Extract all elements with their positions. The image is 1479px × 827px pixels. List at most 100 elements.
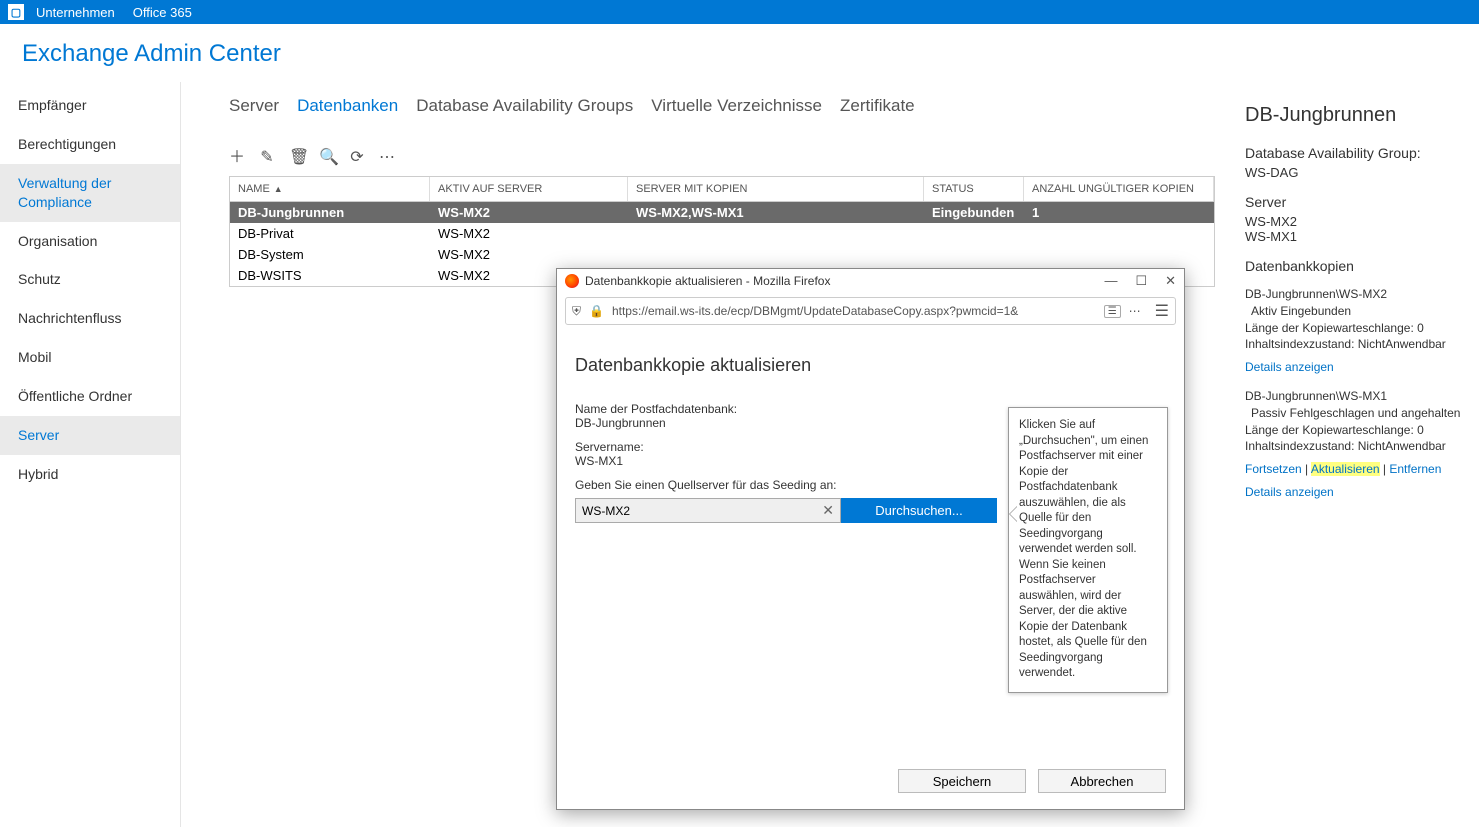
firefox-icon — [565, 274, 579, 288]
save-button[interactable]: Speichern — [898, 769, 1026, 793]
copy-block-2: DB-Jungbrunnen\WS-MX1 Passiv Fehlgeschla… — [1245, 388, 1467, 501]
cell-status — [924, 223, 1024, 244]
browse-button[interactable]: Durchsuchen... — [841, 498, 997, 523]
sidebar-item-9[interactable]: Hybrid — [0, 455, 180, 494]
cell-status — [924, 244, 1024, 265]
copy1-queue: Länge der Kopiewarteschlange: 0 — [1245, 320, 1467, 337]
copy1-state: Aktiv Eingebunden — [1245, 303, 1467, 320]
shield-icon[interactable]: ⛨ — [572, 304, 581, 319]
help-tooltip: Klicken Sie auf „Durchsuchen", um einen … — [1008, 407, 1168, 693]
sidebar-item-6[interactable]: Mobil — [0, 338, 180, 377]
update-copy-dialog: Datenbankkopie aktualisieren - Mozilla F… — [556, 268, 1185, 810]
popup-window-title: Datenbankkopie aktualisieren - Mozilla F… — [585, 274, 830, 288]
reader-icon[interactable]: ☰ — [1104, 305, 1121, 318]
details-pane: DB-Jungbrunnen Database Availability Gro… — [1229, 82, 1479, 827]
col-status[interactable]: STATUS — [924, 177, 1024, 201]
copy1-name: DB-Jungbrunnen\WS-MX2 — [1245, 286, 1467, 303]
copy1-details-link[interactable]: Details anzeigen — [1245, 360, 1334, 374]
col-invalid[interactable]: ANZAHL UNGÜLTIGER KOPIEN — [1024, 177, 1214, 201]
page-title: Exchange Admin Center — [0, 24, 1479, 82]
toolbar: ＋ ✎ 🗑 🔍 ⟳ ⋯ — [229, 130, 1215, 176]
more-icon[interactable]: ⋯ — [379, 150, 395, 166]
copy2-details-link[interactable]: Details anzeigen — [1245, 485, 1334, 499]
address-bar[interactable]: ⛨ 🔒 https://email.ws-its.de/ecp/DBMgmt/U… — [565, 297, 1176, 325]
sidebar-item-2[interactable]: Verwaltung der Compliance — [0, 164, 180, 222]
copy2-remove-link[interactable]: Entfernen — [1389, 462, 1441, 476]
tab-3[interactable]: Virtuelle Verzeichnisse — [651, 96, 822, 116]
cell-copies — [628, 223, 924, 244]
lock-icon: 🔒 — [589, 304, 604, 318]
search-icon[interactable]: 🔍 — [319, 150, 335, 166]
cell-name: DB-Privat — [230, 223, 430, 244]
page-actions-icon[interactable]: ⋯ — [1129, 304, 1141, 318]
cell-invalid — [1024, 244, 1214, 265]
sidebar-item-8[interactable]: Server — [0, 416, 180, 455]
server-label: Server — [1245, 194, 1467, 210]
tab-1[interactable]: Datenbanken — [297, 96, 398, 116]
cell-copies: WS-MX2,WS-MX1 — [628, 202, 924, 223]
tabs: Server Datenbanken Database Availability G… — [229, 82, 1215, 130]
sidebar-item-4[interactable]: Schutz — [0, 260, 180, 299]
cell-active: WS-MX2 — [430, 244, 628, 265]
copy2-index: Inhaltsindexzustand: NichtAnwendbar — [1245, 438, 1467, 455]
copy-block-1: DB-Jungbrunnen\WS-MX2 Aktiv Eingebunden … — [1245, 286, 1467, 376]
topbar-company[interactable]: Unternehmen — [36, 5, 115, 20]
cell-name: DB-System — [230, 244, 430, 265]
copy2-state: Passiv Fehlgeschlagen und angehalten — [1245, 405, 1467, 422]
clear-icon[interactable]: ✕ — [822, 502, 834, 519]
close-icon[interactable]: ✕ — [1165, 273, 1176, 289]
cell-name: DB-WSITS — [230, 265, 430, 286]
sidebar-item-0[interactable]: Empfänger — [0, 86, 180, 125]
copy1-index: Inhaltsindexzustand: NichtAnwendbar — [1245, 336, 1467, 353]
table-row[interactable]: DB-PrivatWS-MX2 — [230, 223, 1214, 244]
office-logo-icon: ▢ — [8, 4, 24, 20]
server-value-1: WS-MX2 — [1245, 214, 1467, 229]
dag-label: Database Availability Group: — [1245, 145, 1467, 161]
sidebar-item-5[interactable]: Nachrichtenfluss — [0, 299, 180, 338]
cell-name: DB-Jungbrunnen — [230, 202, 430, 223]
sidebar-item-1[interactable]: Berechtigungen — [0, 125, 180, 164]
maximize-icon[interactable]: ☐ — [1135, 273, 1147, 289]
table-header: NAME▲ AKTIV AUF SERVER SERVER MIT KOPIEN… — [230, 177, 1214, 202]
copies-label: Datenbankkopien — [1245, 258, 1467, 274]
cell-copies — [628, 244, 924, 265]
sidebar-item-3[interactable]: Organisation — [0, 222, 180, 261]
copy2-name: DB-Jungbrunnen\WS-MX1 — [1245, 388, 1467, 405]
col-copies[interactable]: SERVER MIT KOPIEN — [628, 177, 924, 201]
sort-asc-icon: ▲ — [274, 184, 283, 194]
table-row[interactable]: DB-SystemWS-MX2 — [230, 244, 1214, 265]
popup-heading: Datenbankkopie aktualisieren — [575, 355, 1166, 376]
cell-invalid: 1 — [1024, 202, 1214, 223]
table-row[interactable]: DB-JungbrunnenWS-MX2WS-MX2,WS-MX1Eingebu… — [230, 202, 1214, 223]
server-value-2: WS-MX1 — [1245, 229, 1467, 244]
sidebar-item-7[interactable]: Öffentliche Ordner — [0, 377, 180, 416]
cell-active: WS-MX2 — [430, 223, 628, 244]
top-bar: ▢ Unternehmen Office 365 — [0, 0, 1479, 24]
cell-status: Eingebunden — [924, 202, 1024, 223]
tab-0[interactable]: Server — [229, 96, 279, 116]
dag-value: WS-DAG — [1245, 165, 1467, 180]
refresh-icon[interactable]: ⟳ — [349, 150, 365, 166]
cell-invalid — [1024, 223, 1214, 244]
copy2-update-link[interactable]: Aktualisieren — [1311, 462, 1380, 476]
popup-titlebar: Datenbankkopie aktualisieren - Mozilla F… — [557, 269, 1184, 293]
url-text: https://email.ws-its.de/ecp/DBMgmt/Updat… — [612, 304, 1096, 318]
details-title: DB-Jungbrunnen — [1245, 104, 1467, 127]
copy2-queue: Länge der Kopiewarteschlange: 0 — [1245, 422, 1467, 439]
source-server-value: WS-MX2 — [582, 504, 630, 518]
cell-active: WS-MX2 — [430, 202, 628, 223]
tab-2[interactable]: Database Availability Groups — [416, 96, 633, 116]
add-icon[interactable]: ＋ — [229, 150, 245, 166]
minimize-icon[interactable]: — — [1104, 273, 1117, 289]
topbar-office[interactable]: Office 365 — [133, 5, 192, 20]
source-server-input[interactable]: WS-MX2 ✕ — [575, 498, 841, 523]
menu-icon[interactable]: ☰ — [1155, 301, 1169, 321]
col-name[interactable]: NAME▲ — [230, 177, 430, 201]
cancel-button[interactable]: Abbrechen — [1038, 769, 1166, 793]
delete-icon[interactable]: 🗑 — [289, 150, 305, 166]
sidebar: EmpfängerBerechtigungenVerwaltung der Co… — [0, 82, 181, 827]
col-active[interactable]: AKTIV AUF SERVER — [430, 177, 628, 201]
copy2-resume-link[interactable]: Fortsetzen — [1245, 462, 1302, 476]
tab-4[interactable]: Zertifikate — [840, 96, 915, 116]
edit-icon[interactable]: ✎ — [259, 150, 275, 166]
